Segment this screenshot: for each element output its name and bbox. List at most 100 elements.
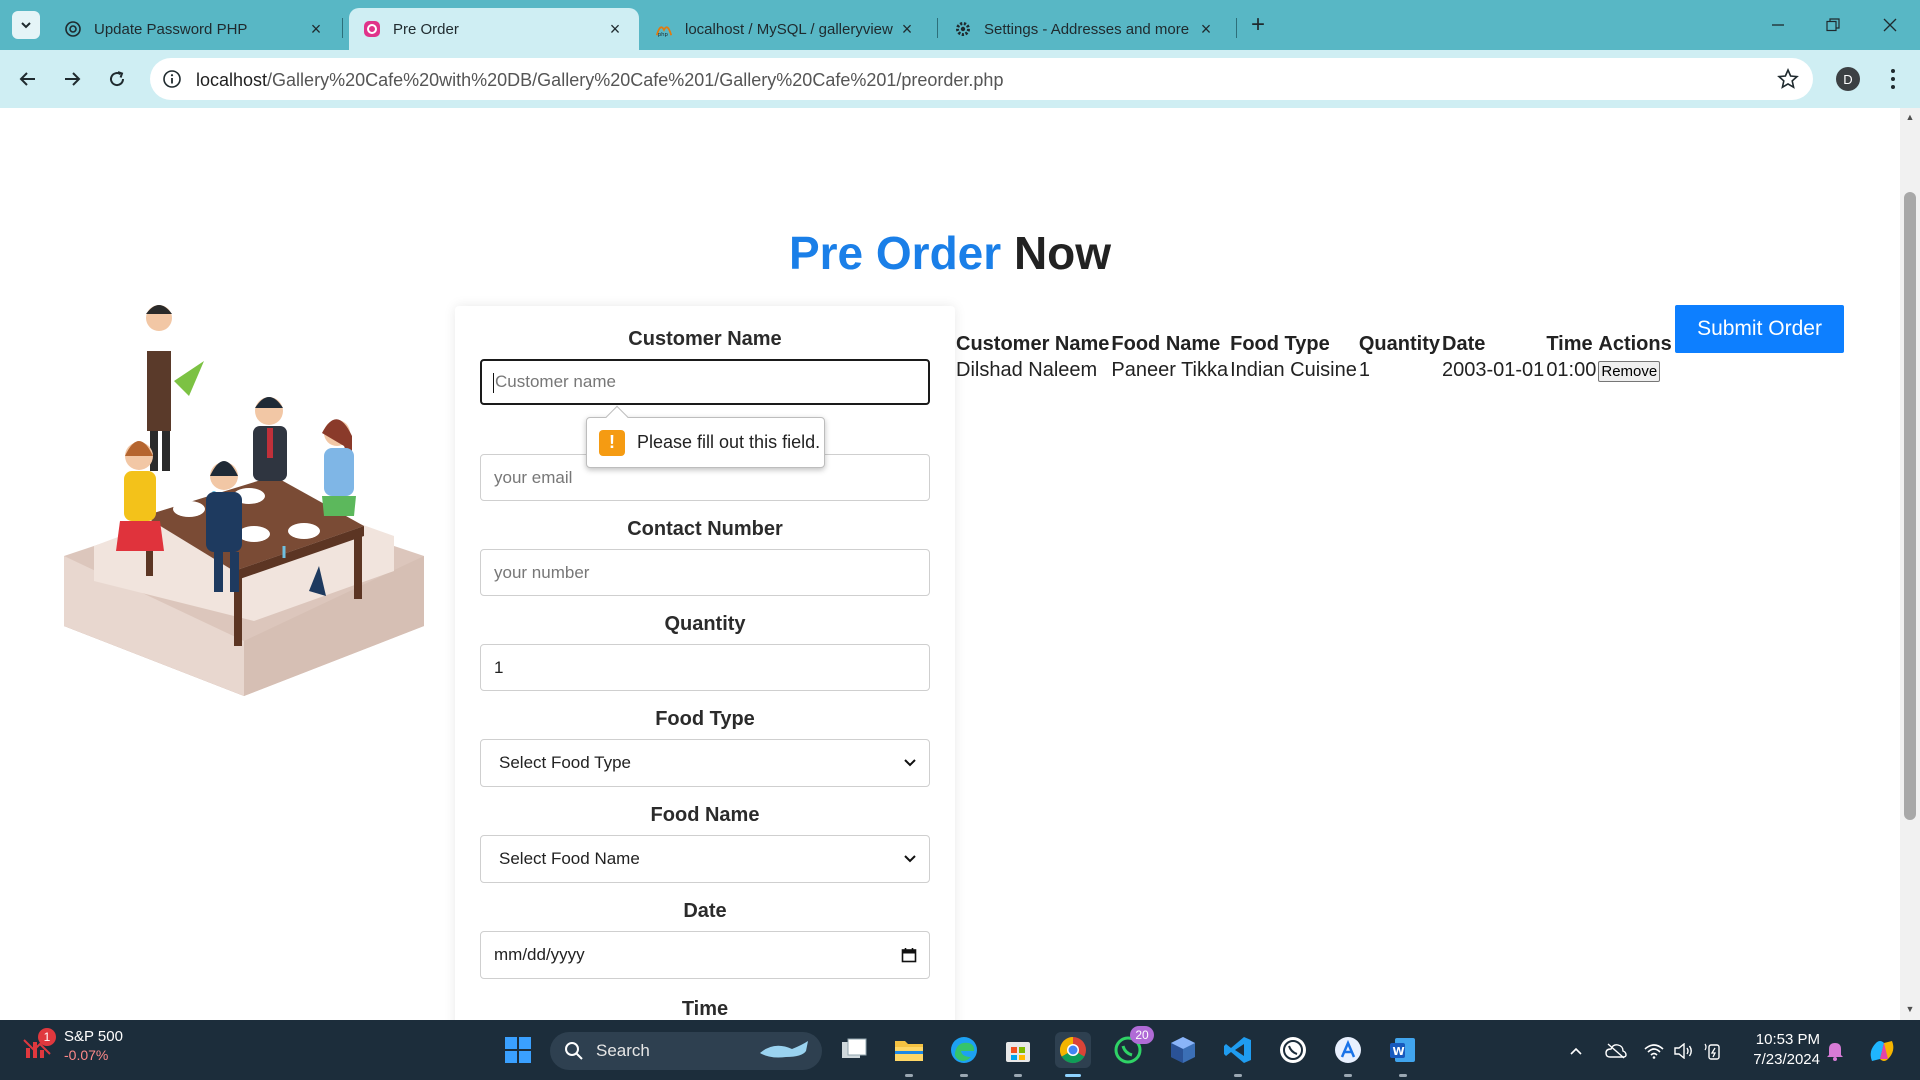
close-icon xyxy=(1883,18,1897,32)
word-icon: W xyxy=(1390,1038,1415,1062)
notifications-button[interactable] xyxy=(1824,1040,1846,1062)
submit-order-button[interactable]: Submit Order xyxy=(1675,305,1844,353)
close-tab-icon[interactable]: × xyxy=(1196,19,1216,39)
search-label: Search xyxy=(596,1041,650,1060)
restore-button[interactable] xyxy=(1813,10,1853,40)
word-button[interactable]: W xyxy=(1385,1032,1421,1068)
tab-title: Pre Order xyxy=(393,20,459,38)
reload-icon xyxy=(110,71,125,87)
show-hidden-icons-button[interactable] xyxy=(1565,1040,1587,1062)
browser-menu-button[interactable] xyxy=(1883,66,1903,92)
task-view-button[interactable] xyxy=(836,1032,872,1068)
battery-button[interactable] xyxy=(1703,1040,1725,1062)
address-bar[interactable]: localhost/Gallery%20Cafe%20with%20DB/Gal… xyxy=(150,58,1813,100)
whatsapp-button[interactable] xyxy=(1275,1032,1311,1068)
close-window-button[interactable] xyxy=(1870,10,1910,40)
validation-tooltip: ! Please fill out this field. xyxy=(586,405,825,468)
active-indicator xyxy=(1065,1074,1081,1077)
chevron-down-icon xyxy=(904,855,916,863)
openai-icon xyxy=(64,20,82,38)
wifi-button[interactable] xyxy=(1643,1040,1665,1062)
page-scrollbar[interactable]: ▲ ▼ xyxy=(1900,108,1920,1020)
column-header: Time xyxy=(1546,332,1593,355)
copilot-button[interactable] xyxy=(1864,1034,1900,1068)
back-button[interactable] xyxy=(12,63,44,95)
tab-separator xyxy=(937,18,938,38)
remove-button[interactable]: Remove xyxy=(1598,360,1661,382)
new-tab-button[interactable]: + xyxy=(1245,11,1271,38)
edge-button[interactable] xyxy=(946,1032,982,1068)
close-tab-icon[interactable]: × xyxy=(605,19,625,39)
forward-button[interactable] xyxy=(56,63,88,95)
system-clock[interactable]: 10:53 PM 7/23/2024 xyxy=(1730,1030,1820,1070)
minimize-button[interactable] xyxy=(1758,10,1798,40)
stock-widget[interactable]: 1 S&P 500 -0.07% xyxy=(22,1027,123,1063)
quantity-input[interactable] xyxy=(480,644,930,691)
tab-separator xyxy=(1236,18,1237,38)
arrow-right-icon xyxy=(65,72,81,86)
cloud-offline-icon xyxy=(1605,1043,1627,1059)
food-name-select[interactable]: Select Food Name xyxy=(480,835,930,883)
food-type-selected: Select Food Type xyxy=(499,753,631,772)
svg-text:php: php xyxy=(658,32,669,38)
store-icon xyxy=(1006,1042,1030,1062)
url-text[interactable]: localhost/Gallery%20Cafe%20with%20DB/Gal… xyxy=(196,70,1003,91)
order-table: Customer Name Food Name Food Type Quanti… xyxy=(956,331,1674,383)
windows-logo-icon xyxy=(505,1037,531,1063)
volume-button[interactable] xyxy=(1673,1040,1695,1062)
whatsapp-icon xyxy=(1280,1037,1306,1063)
site-info-icon[interactable] xyxy=(162,69,182,89)
edge-icon xyxy=(951,1037,977,1063)
file-explorer-button[interactable] xyxy=(891,1032,927,1068)
food-type-select[interactable]: Select Food Type xyxy=(480,739,930,787)
store-button[interactable] xyxy=(1000,1032,1036,1068)
contact-number-label: Contact Number xyxy=(627,518,783,540)
onedrive-button[interactable] xyxy=(1605,1040,1627,1062)
date-label: Date xyxy=(683,900,727,922)
running-indicator xyxy=(905,1074,913,1077)
close-tab-icon[interactable]: × xyxy=(306,19,326,39)
cube-icon xyxy=(1171,1037,1195,1063)
profile-avatar[interactable]: D xyxy=(1836,67,1860,91)
text-caret xyxy=(493,373,494,393)
contact-number-input[interactable] xyxy=(480,549,930,596)
restaurant-illustration xyxy=(64,305,424,696)
chevron-down-icon xyxy=(904,759,916,767)
calendar-icon[interactable] xyxy=(901,947,917,963)
customer-name-input[interactable] xyxy=(480,359,930,405)
running-indicator xyxy=(1399,1074,1407,1077)
cell-quantity: 1 xyxy=(1358,358,1370,381)
url-host: localhost xyxy=(196,70,268,90)
folder-icon xyxy=(895,1041,923,1061)
tab-phpmyadmin[interactable]: php localhost / MySQL / galleryview × xyxy=(641,8,931,50)
time-label: Time xyxy=(681,998,729,1020)
taskbar-search[interactable]: Search xyxy=(550,1032,822,1070)
column-header: Date xyxy=(1442,332,1486,355)
chrome-button[interactable] xyxy=(1055,1032,1091,1068)
start-button[interactable] xyxy=(500,1032,536,1068)
scroll-up-arrow[interactable]: ▲ xyxy=(1905,112,1915,122)
bookmark-star-icon[interactable] xyxy=(1777,68,1799,90)
reload-button[interactable] xyxy=(101,63,133,95)
close-tab-icon[interactable]: × xyxy=(897,19,917,39)
virtualbox-button[interactable] xyxy=(1165,1032,1201,1068)
cell-date: 2003-01-01 xyxy=(1442,358,1545,381)
pre-order-form: Customer Name Contact Number Quantity Fo… xyxy=(455,306,955,1020)
tab-settings[interactable]: Settings - Addresses and more × xyxy=(940,8,1230,50)
scroll-thumb[interactable] xyxy=(1904,192,1916,820)
scroll-down-arrow[interactable]: ▼ xyxy=(1905,1004,1915,1014)
running-indicator xyxy=(1014,1074,1022,1077)
date-input[interactable]: mm/dd/yyyy xyxy=(480,931,930,979)
tab-search-button[interactable] xyxy=(12,11,40,39)
date-placeholder: mm/dd/yyyy xyxy=(494,945,585,964)
tab-update-password[interactable]: Update Password PHP × xyxy=(50,8,340,50)
whatsapp-business-button[interactable]: 20 xyxy=(1110,1026,1154,1068)
chevron-down-icon xyxy=(21,22,31,29)
food-type-label: Food Type xyxy=(655,708,755,730)
svg-text:W: W xyxy=(1393,1045,1405,1058)
widget-change: -0.07% xyxy=(64,1047,109,1063)
column-header: Food Type xyxy=(1230,332,1330,355)
app-a-button[interactable] xyxy=(1330,1032,1366,1068)
tab-pre-order[interactable]: Pre Order × xyxy=(349,8,639,50)
vscode-button[interactable] xyxy=(1220,1032,1256,1068)
